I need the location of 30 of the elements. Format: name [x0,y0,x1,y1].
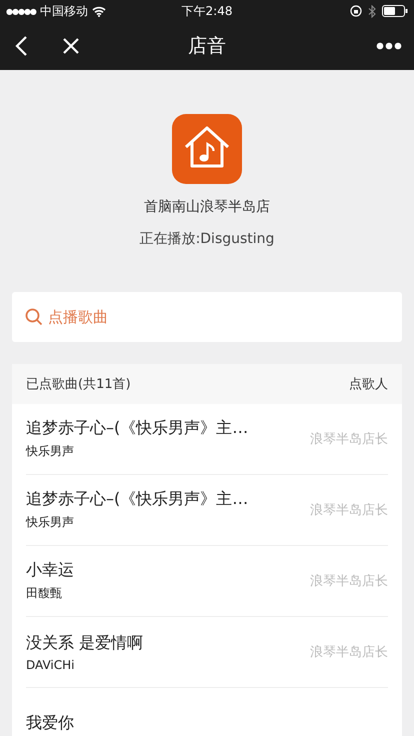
requester-heading: 点歌人 [349,376,388,393]
back-icon[interactable] [14,35,28,57]
song-artist: DAViCHi [26,658,76,672]
wifi-icon [92,6,106,16]
now-playing-text: 正在播放:Disgusting [140,230,274,248]
requester-name: 浪琴半岛店长 [310,644,388,661]
song-title: 小幸运 [26,560,74,581]
song-title: 没关系 是爱情啊 [26,632,144,654]
bluetooth-icon [368,4,376,18]
requester-name: 浪琴半岛店长 [310,573,388,590]
signal-dots: ●●●●● [6,6,36,16]
close-icon[interactable] [62,37,80,55]
status-time: 下午2:48 [182,2,232,20]
requester-name: 浪琴半岛店长 [310,502,388,519]
song-title: 追梦赤子心–(《快乐男声》主… [26,418,248,439]
more-icon[interactable] [376,42,402,50]
song-artist: 快乐男声 [26,443,75,460]
requester-name: 浪琴半岛店长 [310,431,388,448]
carrier-name: 中国移动 [40,2,88,20]
rotation-lock-icon [350,5,362,17]
music-house-logo-icon [172,114,242,184]
store-name: 首脑南山浪琴半岛店 [144,198,270,216]
song-artist: 田馥甄 [26,585,63,602]
song-title: 追梦赤子心–(《快乐男声》主… [26,489,248,510]
page-title: 店音 [188,34,226,59]
battery-icon [382,5,408,17]
playlist-heading: 已点歌曲(共11首) [26,376,131,393]
song-title: 我爱你 [26,712,74,734]
song-artist: 快乐男声 [26,514,75,531]
search-field[interactable]: 点播歌曲 [12,292,402,342]
